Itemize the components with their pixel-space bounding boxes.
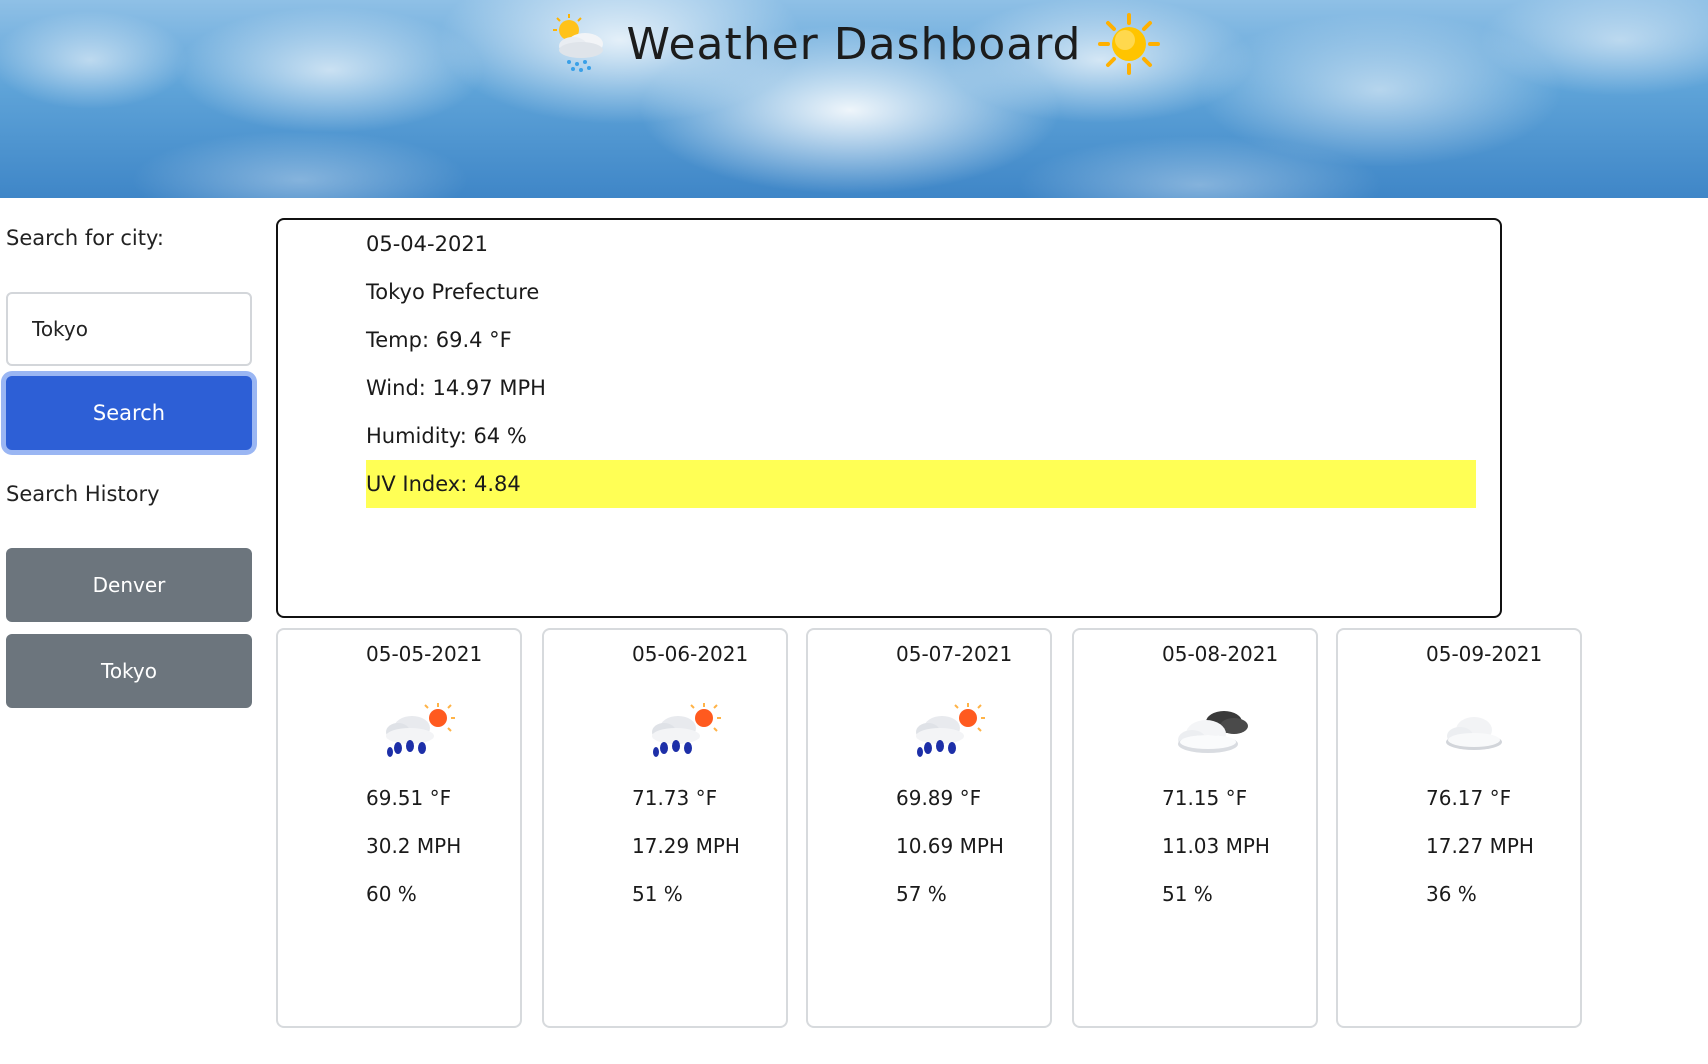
header-title-row: Weather Dashboard — [0, 12, 1708, 76]
forecast-card: 05-05-2021 69.51 °F 30.2 MPH 60 % — [276, 628, 522, 1028]
forecast-temp: 69.89 °F — [896, 786, 982, 810]
search-history-label: Search History — [6, 482, 160, 506]
search-label: Search for city: — [6, 226, 164, 250]
forecast-temp: 69.51 °F — [366, 786, 452, 810]
current-weather-card: 05-04-2021 Tokyo Prefecture Temp: 69.4 °… — [276, 218, 1502, 618]
rain-with-sun-icon — [376, 700, 456, 760]
forecast-humidity: 57 % — [896, 882, 947, 906]
forecast-wind: 30.2 MPH — [366, 834, 462, 858]
forecast-humidity: 51 % — [632, 882, 683, 906]
forecast-humidity: 36 % — [1426, 882, 1477, 906]
forecast-temp: 71.73 °F — [632, 786, 718, 810]
page-title: Weather Dashboard — [626, 18, 1082, 70]
city-search-input[interactable] — [6, 292, 252, 366]
history-button-tokyo[interactable]: Tokyo — [6, 634, 252, 708]
forecast-date: 05-09-2021 — [1426, 642, 1543, 666]
current-date: 05-04-2021 — [366, 232, 489, 256]
uv-index-badge: UV Index: 4.84 — [366, 460, 1476, 508]
sun-behind-rain-cloud-icon — [547, 12, 611, 76]
forecast-wind: 11.03 MPH — [1162, 834, 1270, 858]
forecast-wind: 10.69 MPH — [896, 834, 1004, 858]
rain-with-sun-icon — [642, 700, 722, 760]
forecast-card: 05-06-2021 71.73 °F 17.29 MPH 51 % — [542, 628, 788, 1028]
forecast-temp: 76.17 °F — [1426, 786, 1512, 810]
forecast-card: 05-09-2021 76.17 °F 17.27 MPH 36 % — [1336, 628, 1582, 1028]
header-banner: Weather Dashboard — [0, 0, 1708, 198]
forecast-card: 05-07-2021 69.89 °F 10.69 MPH 57 % — [806, 628, 1052, 1028]
forecast-humidity: 51 % — [1162, 882, 1213, 906]
forecast-date: 05-06-2021 — [632, 642, 749, 666]
forecast-wind: 17.29 MPH — [632, 834, 740, 858]
forecast-humidity: 60 % — [366, 882, 417, 906]
cloud-icon — [1436, 700, 1516, 760]
forecast-card: 05-08-2021 71.15 °F 11.03 MPH 51 % — [1072, 628, 1318, 1028]
search-button[interactable]: Search — [6, 376, 252, 450]
current-city: Tokyo Prefecture — [366, 280, 540, 304]
uv-index-text: UV Index: 4.84 — [366, 472, 521, 496]
forecast-temp: 71.15 °F — [1162, 786, 1248, 810]
forecast-date: 05-05-2021 — [366, 642, 483, 666]
broken-clouds-icon — [1172, 700, 1252, 760]
forecast-date: 05-08-2021 — [1162, 642, 1279, 666]
forecast-wind: 17.27 MPH — [1426, 834, 1534, 858]
sun-icon — [1097, 12, 1161, 76]
history-button-denver[interactable]: Denver — [6, 548, 252, 622]
current-wind: Wind: 14.97 MPH — [366, 376, 546, 400]
forecast-date: 05-07-2021 — [896, 642, 1013, 666]
current-humidity: Humidity: 64 % — [366, 424, 527, 448]
five-day-forecast: 05-05-2021 69.51 °F 30.2 MPH 60 % 05-06-… — [276, 628, 1582, 1028]
current-temp: Temp: 69.4 °F — [366, 328, 512, 352]
search-history-list: Denver Tokyo — [6, 548, 252, 720]
rain-with-sun-icon — [906, 700, 986, 760]
